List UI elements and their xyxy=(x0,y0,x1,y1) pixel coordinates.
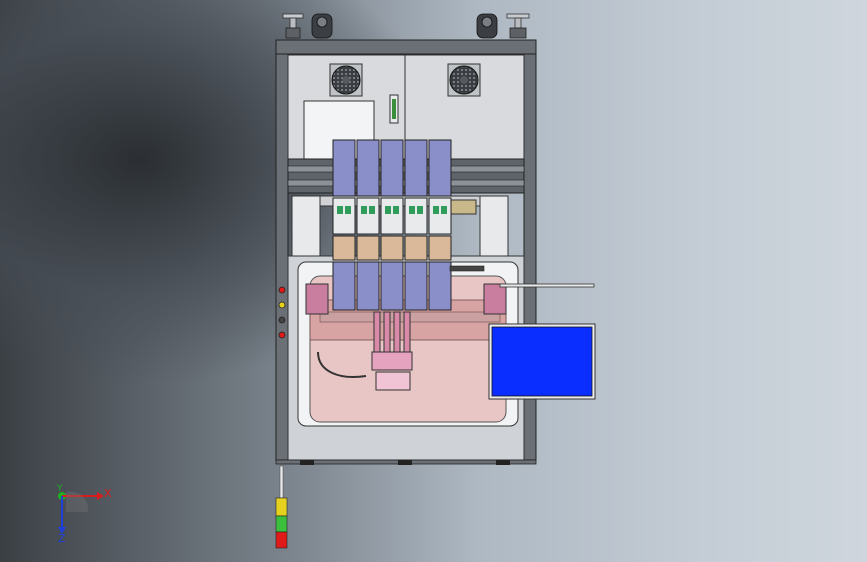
head-module-4 xyxy=(404,139,428,311)
cooling-fan-right xyxy=(447,63,481,97)
axis-x-label: X xyxy=(104,487,112,500)
frame-post-left xyxy=(275,53,289,461)
caster-wheel-left xyxy=(311,13,333,39)
cad-viewport[interactable]: X Y Z xyxy=(0,0,867,562)
machine-model[interactable] xyxy=(0,0,867,562)
axis-z-label: Z xyxy=(58,532,66,545)
cooling-fan-left xyxy=(329,63,363,97)
head-module-1 xyxy=(332,139,356,311)
axis-y-label: Y xyxy=(57,484,63,494)
inner-rail-right xyxy=(479,195,509,257)
monitor-screen xyxy=(491,326,593,397)
top-frame-beam xyxy=(275,39,537,55)
door-handle xyxy=(389,94,399,124)
head-module-5 xyxy=(428,139,452,311)
leveling-foot-left xyxy=(282,13,304,39)
monitor xyxy=(488,323,596,400)
axis-triad xyxy=(58,491,104,534)
caster-wheel-right xyxy=(476,13,498,39)
head-module-2 xyxy=(356,139,380,311)
signal-tower xyxy=(275,465,288,549)
inner-rail-left xyxy=(291,195,321,257)
leveling-foot-right xyxy=(506,13,530,39)
head-module-3 xyxy=(380,139,404,311)
side-arm xyxy=(499,283,595,288)
